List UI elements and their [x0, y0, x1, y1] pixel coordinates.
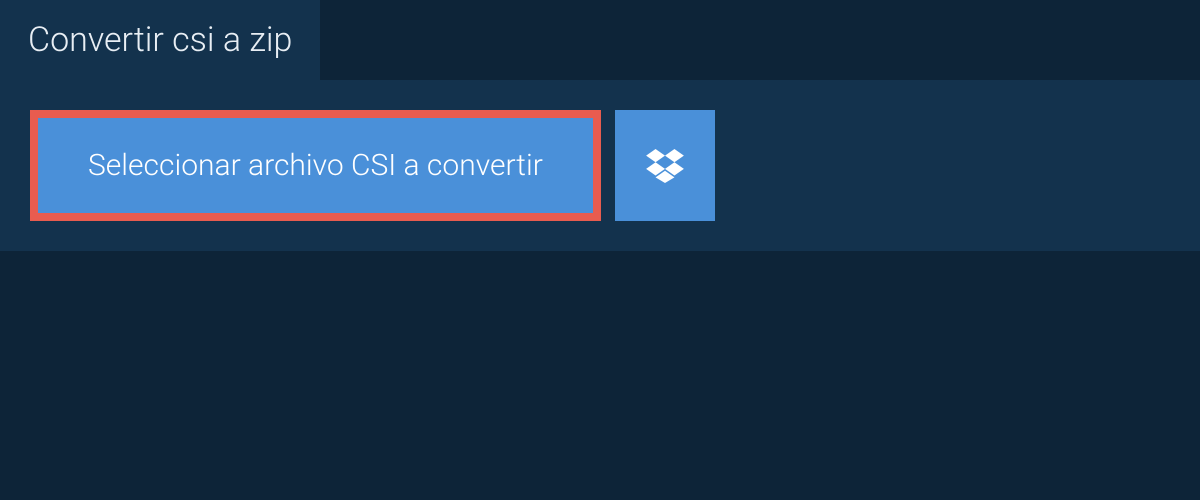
dropbox-button[interactable]: [615, 110, 715, 221]
button-row: Seleccionar archivo CSI a convertir: [30, 110, 1170, 221]
dropbox-icon: [646, 149, 684, 183]
select-file-highlight: Seleccionar archivo CSI a convertir: [30, 110, 601, 221]
converter-panel: Seleccionar archivo CSI a convertir: [0, 80, 1200, 251]
select-file-button[interactable]: Seleccionar archivo CSI a convertir: [38, 118, 593, 213]
active-tab[interactable]: Convertir csi a zip: [0, 0, 320, 80]
tab-title: Convertir csi a zip: [28, 20, 292, 60]
